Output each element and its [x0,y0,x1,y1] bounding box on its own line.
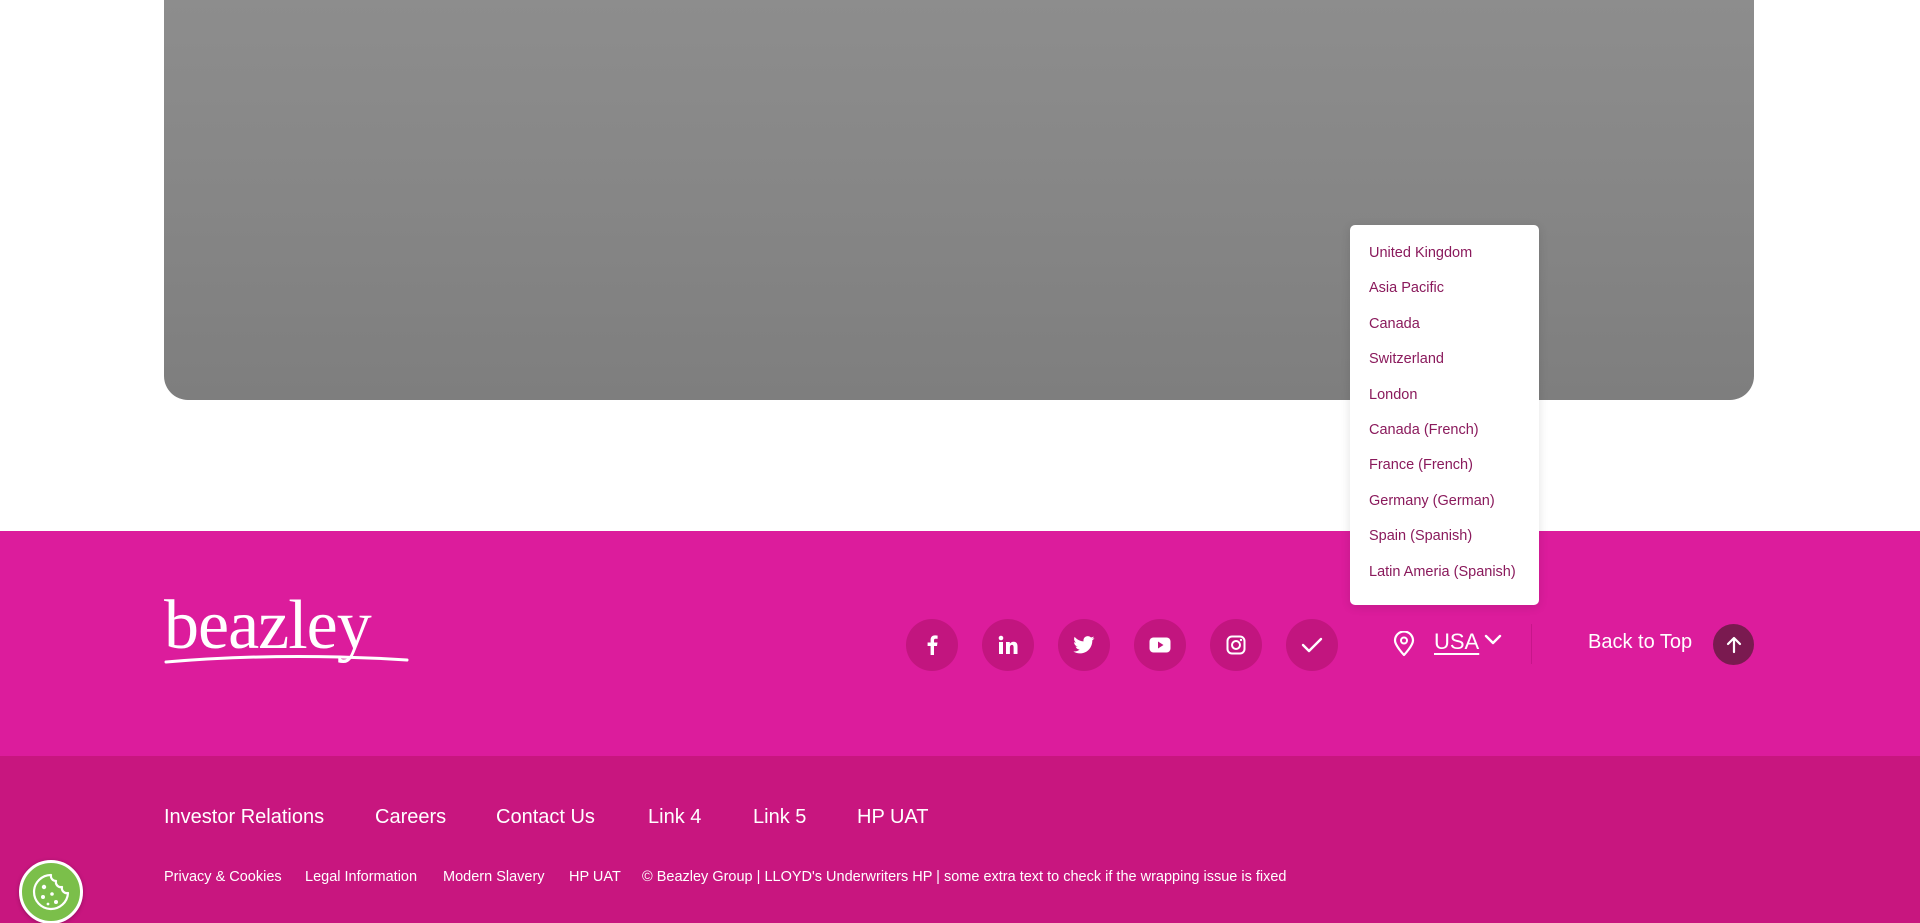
back-to-top-label[interactable]: Back to Top [1588,631,1692,654]
region-option[interactable]: Germany (German) [1350,493,1539,529]
region-option[interactable]: Asia Pacific [1350,281,1539,316]
region-option[interactable]: Canada [1350,316,1539,352]
cookie-settings-button[interactable] [19,860,83,923]
footer-link-4[interactable]: Link 4 [648,806,701,829]
instagram-icon [1226,635,1246,655]
legal-link-legal-information[interactable]: Legal Information [305,869,417,885]
region-option[interactable]: France (French) [1350,458,1539,493]
checkmark-icon [1301,637,1323,653]
back-to-top-button[interactable] [1713,624,1754,665]
footer-bottom [0,756,1920,923]
footer-link-hp-uat[interactable]: HP UAT [857,806,929,829]
footer-link-5[interactable]: Link 5 [753,806,806,829]
region-option[interactable]: United Kingdom [1350,246,1539,281]
social-linkedin-button[interactable] [982,619,1034,671]
chevron-down-icon[interactable] [1484,634,1502,646]
legal-link-hp-uat[interactable]: HP UAT [569,869,621,885]
linkedin-icon [998,635,1018,654]
twitter-icon [1073,636,1095,654]
location-pin-icon[interactable] [1393,631,1415,657]
beazley-logo[interactable]: beazley [164,587,409,670]
region-dropdown-menu: United Kingdom Asia Pacific Canada Switz… [1350,225,1539,605]
copyright-text: © Beazley Group | LLOYD's Underwriters H… [642,869,1287,885]
arrow-up-icon [1726,636,1741,653]
youtube-icon [1149,637,1171,653]
social-twitter-button[interactable] [1058,619,1110,671]
region-option[interactable]: London [1350,387,1539,423]
region-option[interactable]: Spain (Spanish) [1350,529,1539,564]
social-check-button[interactable] [1286,619,1338,671]
social-youtube-button[interactable] [1134,619,1186,671]
social-facebook-button[interactable] [906,619,958,671]
cookie-icon [32,873,70,911]
footer-link-careers[interactable]: Careers [375,806,446,829]
footer-link-investor-relations[interactable]: Investor Relations [164,806,324,829]
footer-link-contact-us[interactable]: Contact Us [496,806,595,829]
legal-link-modern-slavery[interactable]: Modern Slavery [443,869,545,885]
footer-divider [1531,624,1532,664]
region-option[interactable]: Canada (French) [1350,423,1539,458]
region-option[interactable]: Latin Ameria (Spanish) [1350,564,1539,600]
facebook-icon [927,635,938,655]
social-instagram-button[interactable] [1210,619,1262,671]
logo-swoosh-icon [164,654,409,664]
region-option[interactable]: Switzerland [1350,352,1539,387]
legal-link-privacy-cookies[interactable]: Privacy & Cookies [164,869,282,885]
region-selector[interactable]: USA [1434,629,1479,655]
